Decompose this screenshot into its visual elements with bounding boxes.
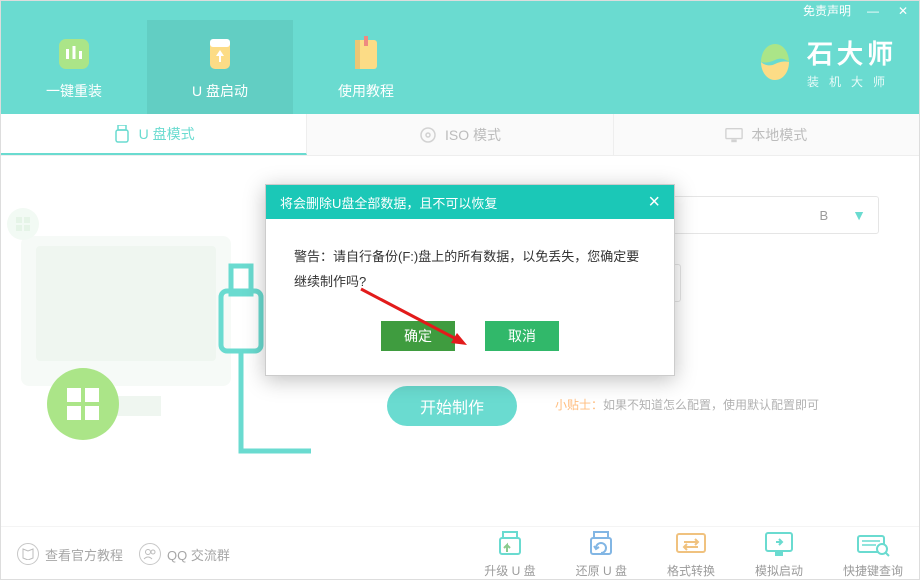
ok-button[interactable]: 确定 (381, 321, 455, 351)
modal-title: 将会删除U盘全部数据，且不可以恢复 (280, 193, 648, 212)
modal-header: 将会删除U盘全部数据，且不可以恢复 × (266, 185, 674, 219)
cancel-button[interactable]: 取消 (485, 321, 559, 351)
modal-message: 警告：请自行备份(F:)盘上的所有数据，以免丢失，您确定要继续制作吗? (294, 245, 646, 294)
modal-close-button[interactable]: × (648, 192, 660, 212)
modal-overlay: 将会删除U盘全部数据，且不可以恢复 × 警告：请自行备份(F:)盘上的所有数据，… (1, 1, 919, 579)
confirm-modal: 将会删除U盘全部数据，且不可以恢复 × 警告：请自行备份(F:)盘上的所有数据，… (265, 184, 675, 375)
